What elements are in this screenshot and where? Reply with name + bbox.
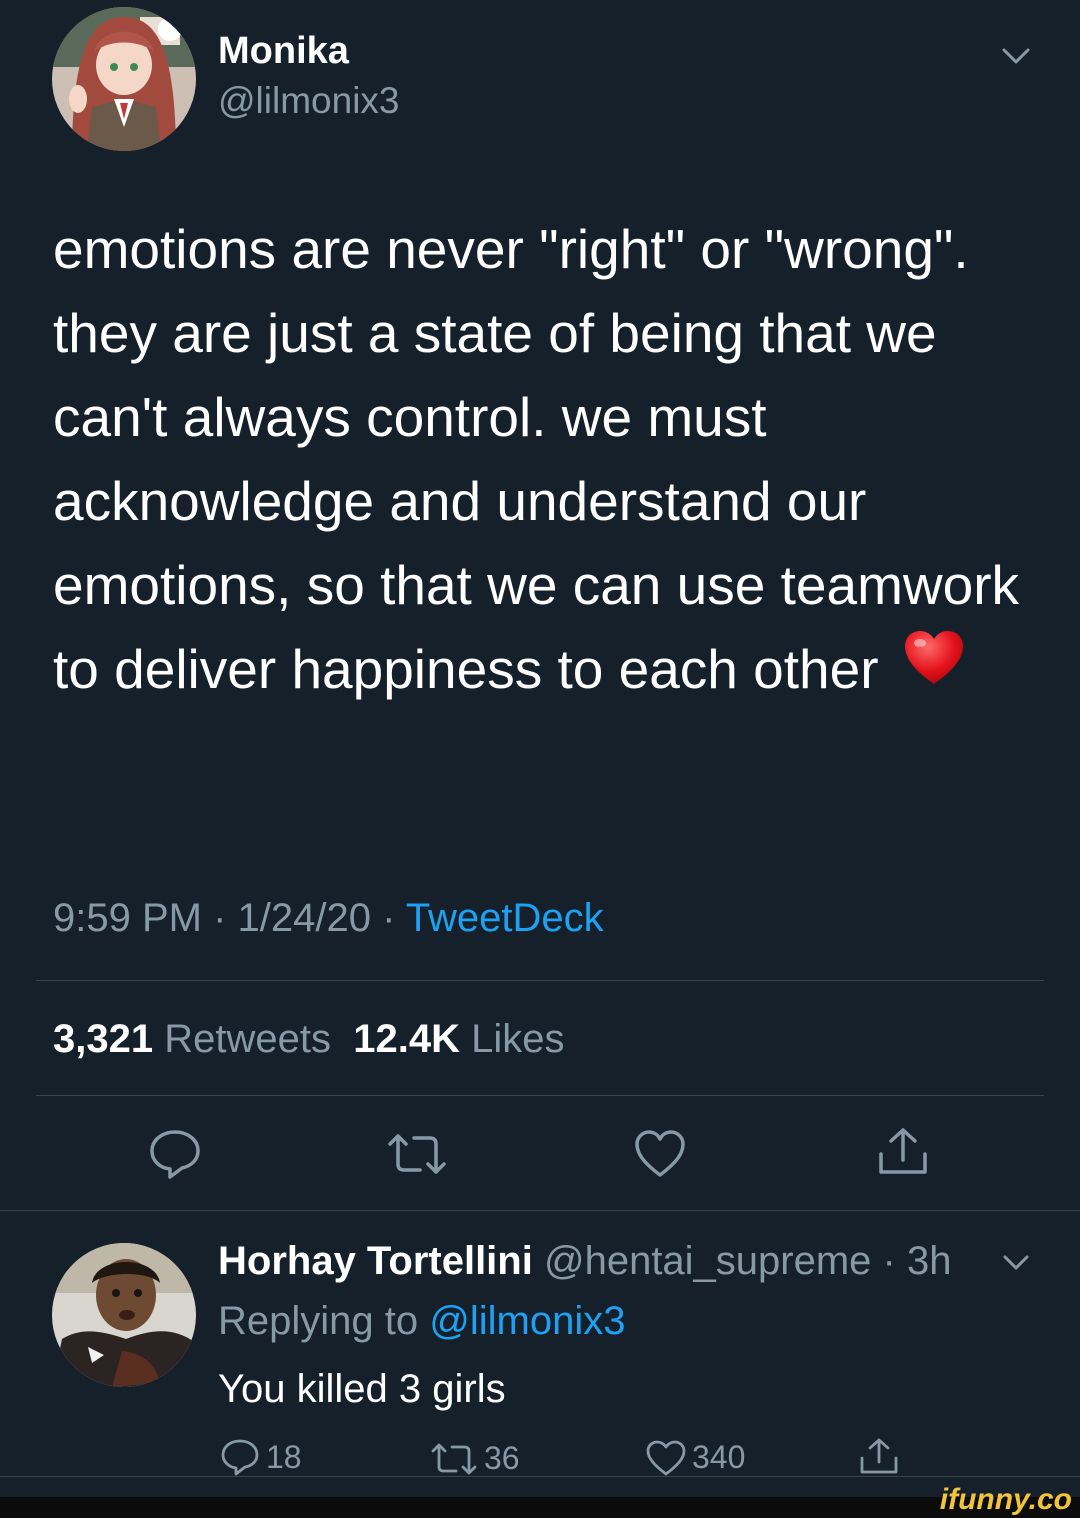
tweet-meta: 9:59 PM · 1/24/20 · TweetDeck: [53, 896, 604, 941]
reply-age: · 3h: [871, 1239, 952, 1283]
retweets-label: Retweets: [164, 1017, 331, 1061]
tweet-source-link[interactable]: TweetDeck: [406, 896, 604, 940]
divider: [36, 980, 1044, 981]
retweets-count: 3,321: [53, 1017, 154, 1061]
reply-count: 18: [266, 1438, 302, 1475]
heart-outline-icon[interactable]: [634, 1130, 686, 1178]
author-name[interactable]: Monika: [218, 30, 349, 73]
chevron-down-icon[interactable]: [1000, 44, 1032, 68]
replying-to-handle-link[interactable]: @lilmonix3: [429, 1299, 625, 1343]
reply-author-handle[interactable]: @hentai_supreme: [544, 1239, 871, 1283]
speech-bubble-icon: [220, 1438, 260, 1476]
reply-header: Horhay Tortellini @hentai_supreme · 3h: [218, 1239, 951, 1284]
red-heart-emoji-icon: [904, 625, 964, 709]
tweet-time: 9:59 PM: [53, 896, 202, 940]
author-avatar[interactable]: [52, 7, 196, 151]
retweet-arrows-icon: [430, 1442, 478, 1476]
replying-to-prefix: Replying to: [218, 1299, 419, 1343]
likes-stat[interactable]: 12.4K Likes: [353, 1017, 564, 1061]
share-upload-icon[interactable]: [858, 1436, 900, 1476]
reply-author-avatar[interactable]: [52, 1243, 196, 1387]
likes-label: Likes: [471, 1017, 565, 1061]
tweet-text: emotions are never "right" or "wrong". t…: [53, 207, 1053, 711]
share-upload-icon[interactable]: [876, 1126, 930, 1178]
reply-like-action[interactable]: 340: [646, 1439, 745, 1476]
replying-to-line: Replying to @lilmonix3: [218, 1299, 625, 1344]
reply-retweet-action[interactable]: 36: [430, 1440, 520, 1477]
reply-author-name[interactable]: Horhay Tortellini: [218, 1239, 533, 1283]
divider: [0, 1476, 1080, 1477]
retweet-arrows-icon[interactable]: [386, 1132, 448, 1176]
reply-text: You killed 3 girls: [218, 1367, 506, 1411]
ifunny-watermark: ifunny.co: [939, 1483, 1072, 1516]
chevron-down-icon[interactable]: [1001, 1251, 1031, 1273]
tweet-stats: 3,321 Retweets 12.4K Likes: [53, 1017, 564, 1062]
reply-reply-action[interactable]: 18: [220, 1438, 302, 1476]
likes-count: 12.4K: [353, 1017, 460, 1061]
meta-separator: ·: [201, 896, 238, 940]
divider: [36, 1095, 1044, 1096]
divider: [0, 1210, 1080, 1211]
watermark-bar: [0, 1497, 1080, 1518]
author-handle[interactable]: @lilmonix3: [218, 80, 400, 122]
speech-bubble-icon[interactable]: [148, 1128, 202, 1180]
retweet-count: 36: [484, 1440, 520, 1476]
heart-outline-icon: [646, 1440, 686, 1476]
meta-separator: ·: [370, 896, 406, 940]
tweet-body: emotions are never "right" or "wrong". t…: [53, 218, 1020, 700]
tweet-date: 1/24/20: [237, 896, 371, 940]
like-count: 340: [692, 1439, 746, 1475]
retweets-stat[interactable]: 3,321 Retweets: [53, 1017, 331, 1061]
